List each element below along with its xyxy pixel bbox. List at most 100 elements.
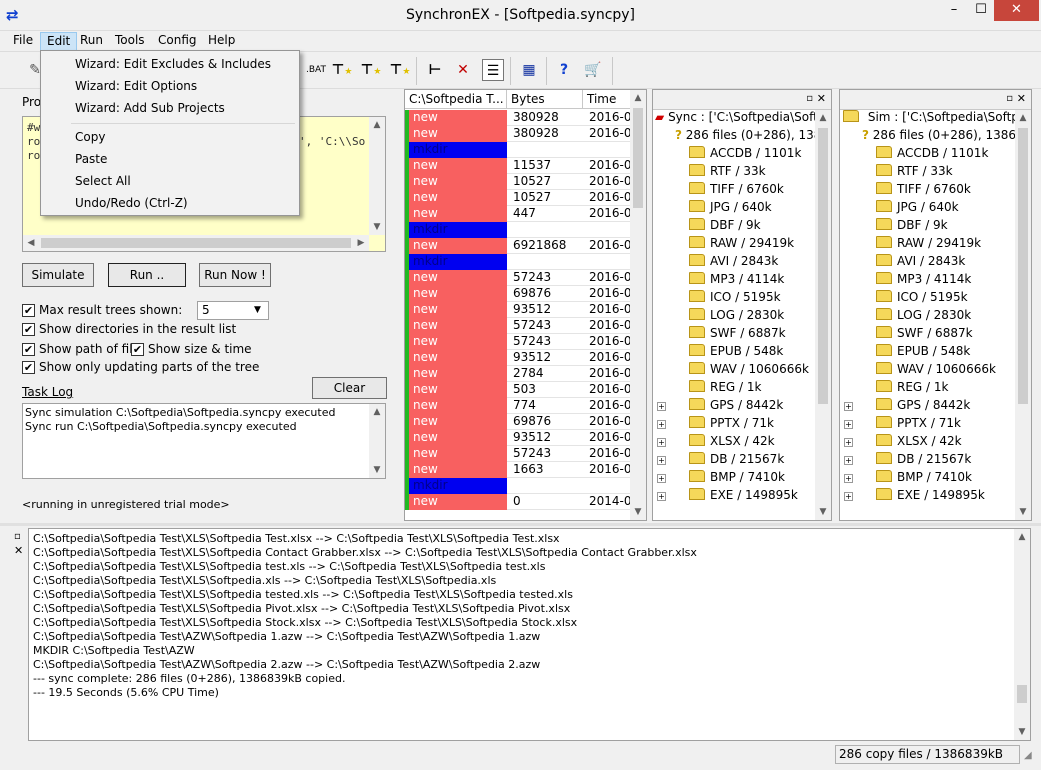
menu-item-wizard-subprojects[interactable]: Wizard: Add Sub Projects <box>75 101 225 115</box>
tree-item[interactable]: WAV / 1060666k <box>689 362 809 380</box>
tree-item[interactable]: TIFF / 6760k <box>876 182 971 200</box>
tree-item[interactable]: DBF / 9k <box>689 218 761 236</box>
table-row[interactable]: new 69876 2016-05 <box>405 286 631 302</box>
table-row[interactable]: new 380928 2016-06 <box>405 126 631 142</box>
scroll-thumb[interactable] <box>1018 128 1028 404</box>
scroll-up-icon[interactable]: ▲ <box>630 90 646 106</box>
max-trees-checkbox[interactable]: ✔ <box>22 304 35 317</box>
table-row[interactable]: new 57243 2016-05 <box>405 270 631 286</box>
tree-item[interactable]: PPTX / 71k <box>689 416 774 434</box>
tree-item[interactable]: XLSX / 42k <box>876 434 962 452</box>
sync-tree-scrollbar[interactable]: ▲ ▼ <box>815 110 831 520</box>
menu-item-wizard-excludes[interactable]: Wizard: Edit Excludes & Includes <box>75 57 271 71</box>
tree-item[interactable]: RTF / 33k <box>689 164 766 182</box>
table-row[interactable]: new 774 2016-06 <box>405 398 631 414</box>
tree-star-icon[interactable]: ⊤★ <box>331 59 353 81</box>
menu-tools[interactable]: Tools <box>109 32 151 51</box>
restore-icon[interactable]: ▫ <box>14 531 21 542</box>
table-row[interactable]: new 2784 2016-05 <box>405 366 631 382</box>
table-row[interactable]: new 380928 2016-06 <box>405 110 631 126</box>
cart-icon[interactable]: 🛒 <box>582 59 604 81</box>
tree-item[interactable]: RTF / 33k <box>876 164 953 182</box>
expand-icon[interactable]: + <box>657 402 666 411</box>
editor-vscrollbar[interactable]: ▲ ▼ <box>369 117 385 235</box>
scroll-up-icon[interactable]: ▲ <box>1014 529 1030 545</box>
tree-item[interactable]: GPS / 8442k <box>689 398 783 416</box>
tree-item[interactable]: DBF / 9k <box>876 218 948 236</box>
scroll-down-icon[interactable]: ▼ <box>1015 504 1031 520</box>
grid-header-time[interactable]: Time <box>583 90 631 109</box>
expand-icon[interactable]: + <box>657 420 666 429</box>
maximize-button[interactable]: ☐ <box>968 0 994 22</box>
table-row[interactable]: new 0 2014-09 <box>405 494 631 510</box>
window-list-icon[interactable]: ▦ <box>518 59 540 81</box>
close-icon[interactable]: ✕ <box>14 544 23 557</box>
tree-item[interactable]: TIFF / 6760k <box>689 182 784 200</box>
tree-item[interactable]: BMP / 7410k <box>689 470 785 488</box>
scroll-thumb[interactable] <box>633 108 643 208</box>
simulate-button[interactable]: Simulate <box>22 263 94 287</box>
tree-item[interactable]: LOG / 2830k <box>876 308 971 326</box>
tree-icon[interactable]: ⊢ <box>424 59 446 81</box>
run-now-button[interactable]: Run Now ! <box>199 263 271 287</box>
sim-tree-scrollbar[interactable]: ▲ ▼ <box>1015 110 1031 520</box>
table-row[interactable]: new 447 2016-06 <box>405 206 631 222</box>
tree-item[interactable]: XLSX / 42k <box>689 434 775 452</box>
tree-item[interactable]: PPTX / 71k <box>876 416 961 434</box>
close-icon[interactable]: ✕ <box>1017 92 1026 105</box>
scroll-down-icon[interactable]: ▼ <box>630 504 646 520</box>
tree-item[interactable]: AVI / 2843k <box>876 254 965 272</box>
task-log-box[interactable]: Sync simulation C:\Softpedia\Softpedia.s… <box>22 403 386 479</box>
menu-item-undo-redo[interactable]: Undo/Redo (Ctrl-Z) <box>75 196 188 210</box>
tree-item[interactable]: EXE / 149895k <box>689 488 798 506</box>
table-row[interactable]: new 57243 2016-06 <box>405 318 631 334</box>
run-button[interactable]: Run .. <box>108 263 186 287</box>
tree-item[interactable]: EPUB / 548k <box>876 344 970 362</box>
restore-icon[interactable]: ▫ <box>806 93 813 104</box>
task-log-scrollbar[interactable]: ▲ ▼ <box>369 404 385 478</box>
menu-item-copy[interactable]: Copy <box>75 130 105 144</box>
tree-item[interactable]: RAW / 29419k <box>689 236 794 254</box>
show-size-checkbox[interactable]: ✔ <box>131 343 144 356</box>
table-row[interactable]: new 503 2016-06 <box>405 382 631 398</box>
menu-run[interactable]: Run <box>74 32 109 51</box>
expand-icon[interactable]: + <box>657 474 666 483</box>
table-row[interactable]: mkdir <box>405 142 631 158</box>
tree-view-icon[interactable]: ☰ <box>482 59 504 81</box>
scroll-thumb[interactable] <box>41 238 351 248</box>
tree-item[interactable]: SWF / 6887k <box>689 326 786 344</box>
tree-item[interactable]: EPUB / 548k <box>689 344 783 362</box>
resize-grip-icon[interactable]: ◢ <box>1024 750 1032 761</box>
tree-item[interactable]: JPG / 640k <box>876 200 959 218</box>
table-row[interactable]: mkdir <box>405 254 631 270</box>
table-row[interactable]: new 1663 2016-06 <box>405 462 631 478</box>
tree-item[interactable]: ICO / 5195k <box>689 290 781 308</box>
menu-help[interactable]: Help <box>202 32 241 51</box>
grid-header-path[interactable]: C:\Softpedia T... <box>405 90 507 109</box>
grid-scrollbar[interactable]: ▲ ▼ <box>630 90 646 520</box>
tree-item[interactable]: GPS / 8442k <box>876 398 970 416</box>
expand-icon[interactable]: + <box>844 420 853 429</box>
tree-item[interactable]: JPG / 640k <box>689 200 772 218</box>
tree-item[interactable]: DB / 21567k <box>689 452 784 470</box>
menu-config[interactable]: Config <box>152 32 203 51</box>
tree-item[interactable]: ICO / 5195k <box>876 290 968 308</box>
tree-star-icon-2[interactable]: ⊤★ <box>360 59 382 81</box>
grid-header-bytes[interactable]: Bytes <box>507 90 583 109</box>
close-button[interactable]: ✕ <box>994 0 1039 21</box>
help-icon[interactable]: ? <box>553 59 575 81</box>
scroll-down-icon[interactable]: ▼ <box>1014 724 1030 740</box>
menu-item-paste[interactable]: Paste <box>75 152 107 166</box>
splitter[interactable] <box>0 523 1041 526</box>
tree-item[interactable]: REG / 1k <box>689 380 761 398</box>
table-row[interactable]: mkdir <box>405 222 631 238</box>
tree-item[interactable]: AVI / 2843k <box>689 254 778 272</box>
table-row[interactable]: new 10527 2016-05 <box>405 174 631 190</box>
expand-icon[interactable]: + <box>844 456 853 465</box>
scroll-up-icon[interactable]: ▲ <box>369 404 385 420</box>
tree-item[interactable]: MP3 / 4114k <box>689 272 784 290</box>
tree-delete-icon[interactable]: ✕ <box>452 59 474 81</box>
log-scrollbar[interactable]: ▲ ▼ <box>1014 529 1030 740</box>
tree-item[interactable]: WAV / 1060666k <box>876 362 996 380</box>
expand-icon[interactable]: + <box>657 438 666 447</box>
